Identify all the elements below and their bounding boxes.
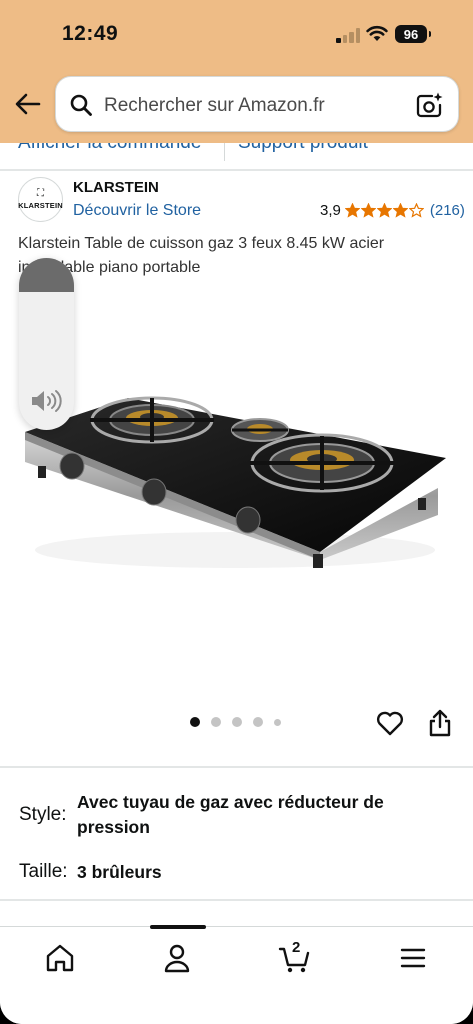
pagination-dot[interactable] [253,717,263,727]
klarstein-logo-icon: ⛶ [37,188,44,199]
brand-logo[interactable]: ⛶ KLARSTEIN [18,177,63,222]
star-rating [344,203,425,218]
product-image[interactable] [20,370,450,580]
link-separator [224,143,225,161]
battery-indicator: 96 [395,25,431,43]
product-title: Klarstein Table de cuisson gaz 3 feux 8.… [18,235,385,276]
pagination-dot[interactable] [190,717,200,727]
star-partial-icon [392,203,408,218]
rating-value: 3,9 [320,202,341,219]
status-bar: 12:49 96 [0,0,473,66]
pagination-dot[interactable] [274,718,281,726]
pagination-dot[interactable] [211,717,221,727]
cart-button[interactable]: 2 [278,939,312,975]
active-tab-indicator [150,925,206,929]
volume-indicator [19,258,74,430]
share-icon[interactable] [427,708,453,738]
screen: 12:49 96 Rechercher sur Amazon.fr ⛶ KLAR… [0,0,473,1024]
brand-logo-text: KLARSTEIN [18,201,63,210]
menu-icon[interactable] [396,941,430,975]
divider [0,899,473,901]
style-label: Style: [19,804,67,825]
divider [0,169,473,171]
bottom-navigation: 2 [0,925,473,1024]
image-pagination[interactable] [190,717,292,727]
visit-store-link[interactable]: Découvrir le Store [73,202,201,220]
camera-search-icon[interactable] [416,91,444,119]
product-support-link[interactable]: Support produit [238,143,368,154]
search-bar[interactable]: Rechercher sur Amazon.fr [55,76,459,132]
speaker-volume-icon [32,390,62,412]
brand-name: KLARSTEIN [73,179,159,196]
cart-count-badge: 2 [292,939,301,956]
star-full-icon [360,203,376,218]
style-value[interactable]: Avec tuyau de gaz avec réducteur de pres… [77,790,427,840]
size-label: Taille: [19,861,68,882]
back-arrow-icon[interactable] [12,88,44,120]
volume-level-fill [19,258,74,293]
product-rating[interactable]: 3,9 (216) [320,202,465,219]
rating-count[interactable]: (216) [430,202,465,219]
star-empty-icon [408,203,424,218]
app-header: 12:49 96 Rechercher sur Amazon.fr [0,0,473,143]
view-order-link[interactable]: Afficher la commande [18,143,201,154]
account-icon[interactable] [160,941,194,975]
pagination-dot[interactable] [232,717,242,727]
search-icon [70,94,92,116]
star-full-icon [376,203,392,218]
status-time: 12:49 [62,22,119,45]
order-links-row: Afficher la commande Support produit [0,143,473,171]
size-value[interactable]: 3 brûleurs [77,860,162,885]
wifi-icon [366,25,388,41]
search-input[interactable]: Rechercher sur Amazon.fr [104,95,325,117]
cellular-signal-icon [336,27,362,43]
star-full-icon [344,203,360,218]
home-icon[interactable] [43,941,77,975]
divider [0,766,473,768]
heart-icon[interactable] [375,708,405,738]
